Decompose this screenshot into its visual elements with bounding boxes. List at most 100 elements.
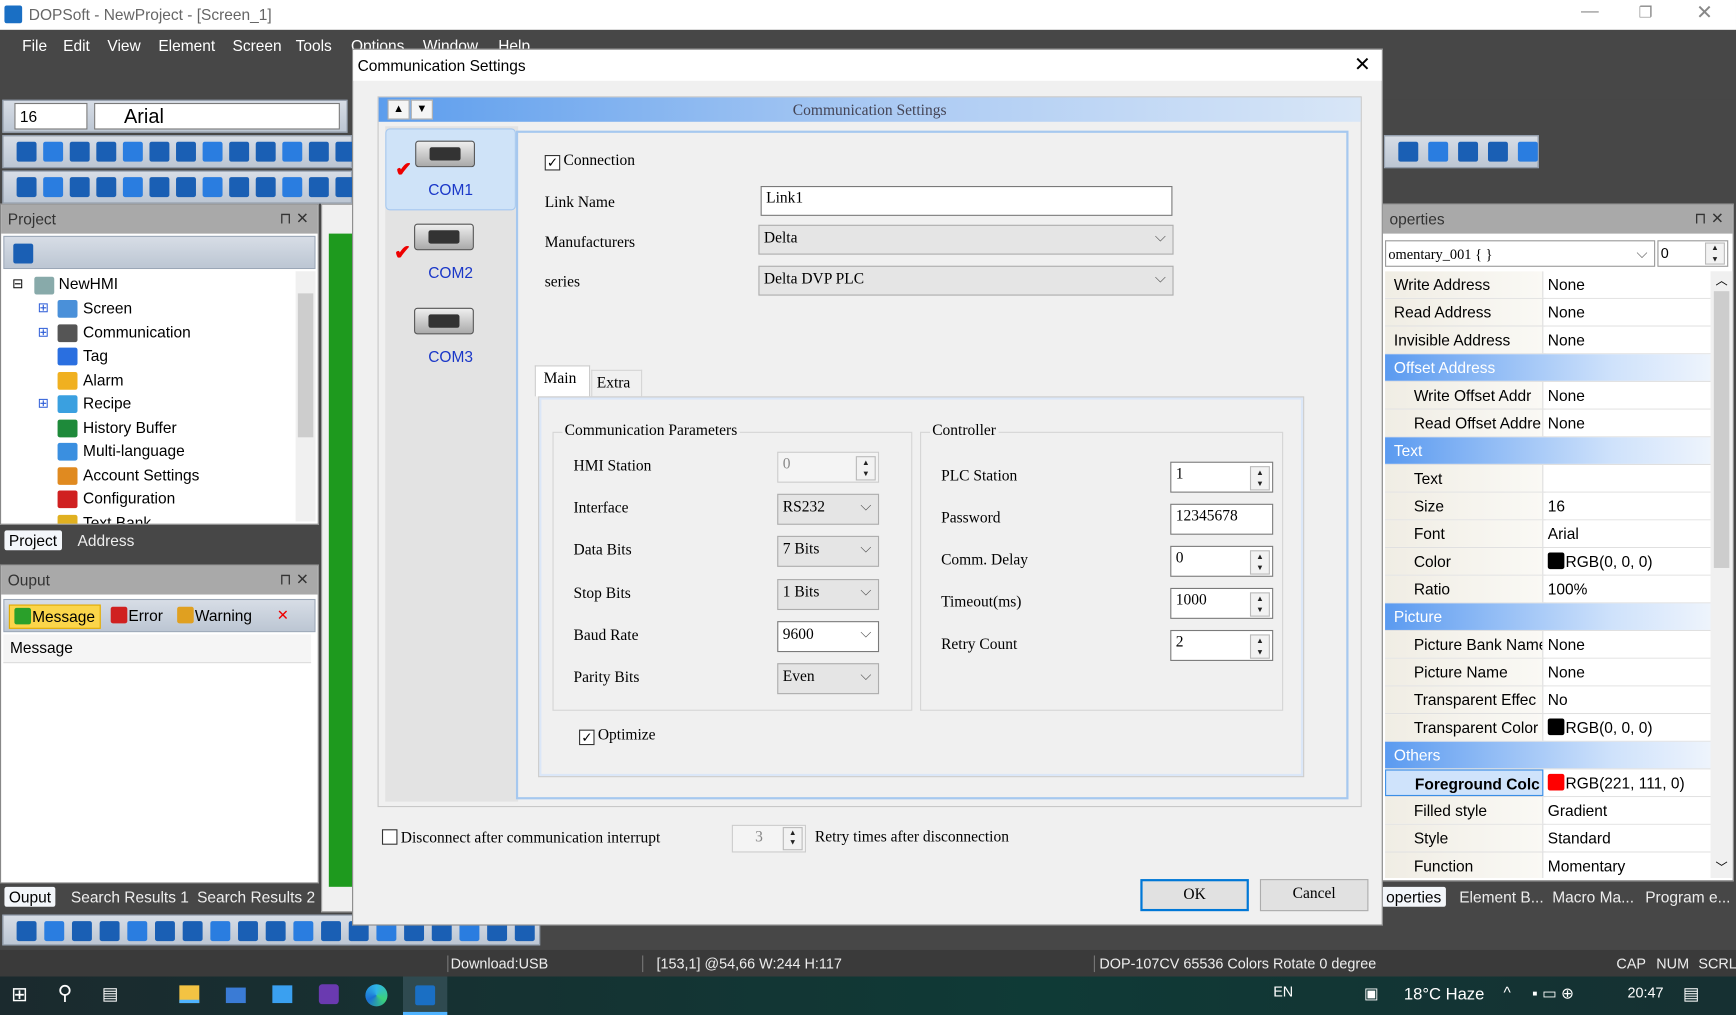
category-text[interactable]: Text: [1385, 437, 1711, 465]
align-top-icon[interactable]: [265, 921, 286, 942]
move-up-button[interactable]: ▲: [387, 99, 410, 120]
tab-search-results-1[interactable]: Search Results 1: [66, 887, 193, 907]
property-row[interactable]: Color RGB(0, 0, 0): [1385, 548, 1711, 576]
align-middle-icon[interactable]: [293, 921, 314, 942]
category-picture[interactable]: Picture: [1385, 603, 1711, 632]
meter-icon[interactable]: [149, 141, 170, 162]
align-left-icon[interactable]: [182, 921, 203, 942]
file-explorer-icon[interactable]: [179, 985, 200, 1004]
undo-icon[interactable]: [122, 177, 143, 198]
property-value[interactable]: None: [1545, 658, 1711, 686]
filter-error[interactable]: Error: [106, 604, 167, 626]
move-down-button[interactable]: ▼: [410, 99, 433, 120]
transfer-icon[interactable]: [1487, 141, 1508, 162]
restore-button[interactable]: ❐: [1639, 3, 1653, 22]
save-icon[interactable]: [69, 177, 90, 198]
property-value[interactable]: None: [1545, 298, 1711, 326]
property-value[interactable]: None: [1545, 326, 1711, 354]
screen-canvas[interactable]: [328, 233, 354, 887]
spinner-arrows-icon[interactable]: ▲ ▼: [1249, 634, 1270, 659]
canvas-area[interactable]: [321, 203, 355, 913]
project-icon[interactable]: [13, 243, 34, 264]
new-icon[interactable]: [16, 177, 37, 198]
property-value[interactable]: RGB(221, 111, 0): [1545, 769, 1711, 797]
tab-operties[interactable]: operties: [1381, 886, 1446, 907]
property-value[interactable]: 16: [1545, 492, 1711, 520]
stop-bits-select[interactable]: 1 Bits: [777, 578, 880, 610]
tray-icons[interactable]: ▪ ▭ ⊕: [1532, 984, 1574, 1003]
property-row[interactable]: Transparent Effec No: [1385, 686, 1711, 715]
category-others[interactable]: Others: [1385, 741, 1711, 770]
baud-rate-select[interactable]: 9600: [777, 620, 880, 652]
tab-address[interactable]: Address: [73, 530, 139, 550]
checkbox-box[interactable]: ✓: [579, 729, 595, 746]
clear-output-icon[interactable]: ✕: [277, 607, 289, 625]
parity-bits-select[interactable]: Even: [777, 663, 880, 695]
upload-icon[interactable]: [1398, 141, 1419, 162]
property-row[interactable]: Ratio 100%: [1385, 575, 1711, 604]
property-value[interactable]: RGB(0, 0, 0): [1545, 714, 1711, 741]
comm-delay-spinner[interactable]: 0 ▲ ▼: [1170, 545, 1274, 577]
tree-item-alarm[interactable]: Alarm: [83, 370, 123, 388]
disconnect-checkbox[interactable]: Disconnect after communication interrupt: [381, 829, 660, 848]
collapse-icon[interactable]: ⊟: [12, 276, 23, 291]
menu-view[interactable]: View: [107, 37, 140, 55]
tree-item-account-settings[interactable]: Account Settings: [83, 466, 199, 484]
menu-element[interactable]: Element: [158, 37, 215, 55]
optimize-checkbox[interactable]: ✓ Optimize: [579, 727, 656, 746]
align-bottom-icon[interactable]: [321, 921, 341, 942]
properties-scrollbar[interactable]: ︿ ﹀: [1710, 271, 1733, 878]
hmi-station-spinner[interactable]: 0 ▲ ▼: [777, 451, 880, 483]
clock[interactable]: 20:47: [1627, 984, 1663, 1001]
keyboard-app-icon[interactable]: [225, 987, 246, 1004]
property-row[interactable]: Read Address None: [1385, 298, 1711, 327]
index-spinner[interactable]: 0 ▲ ▼: [1657, 240, 1729, 267]
task-view-icon[interactable]: ▤: [102, 983, 119, 1005]
property-value[interactable]: RGB(0, 0, 0): [1545, 548, 1711, 575]
save-as-icon[interactable]: [96, 177, 117, 198]
align-icon[interactable]: [16, 921, 37, 942]
on-button-icon[interactable]: [202, 141, 223, 162]
property-value[interactable]: None: [1545, 409, 1711, 437]
stop-icon[interactable]: [1517, 141, 1538, 162]
tree-item-multi-language[interactable]: Multi-language: [83, 442, 185, 460]
align-right-icon[interactable]: [238, 921, 258, 942]
retry-times-spinner[interactable]: 3 ▲ ▼: [731, 824, 806, 853]
plc-station-spinner[interactable]: 1 ▲ ▼: [1170, 461, 1274, 493]
property-value[interactable]: Momentary: [1545, 852, 1711, 878]
cut-icon[interactable]: [176, 177, 196, 198]
tab-macro-ma-[interactable]: Macro Ma...: [1548, 887, 1639, 907]
language-indicator[interactable]: EN: [1273, 983, 1293, 1000]
property-value[interactable]: 100%: [1545, 575, 1711, 603]
grid-icon[interactable]: [176, 141, 196, 162]
spinner-arrows-icon[interactable]: ▲ ▼: [1249, 550, 1270, 575]
data-bits-select[interactable]: 7 Bits: [777, 536, 880, 568]
interface-select[interactable]: RS232: [777, 493, 880, 525]
property-row[interactable]: Style Standard: [1385, 824, 1711, 853]
minimize-button[interactable]: —: [1581, 2, 1599, 22]
align-icon[interactable]: [44, 921, 65, 942]
menu-tools[interactable]: Tools: [296, 37, 332, 55]
tab-main[interactable]: Main: [534, 365, 591, 397]
edge-icon[interactable]: [365, 984, 388, 1007]
align-center-icon[interactable]: [210, 921, 231, 942]
menu-edit[interactable]: Edit: [63, 37, 90, 55]
text-icon[interactable]: [122, 141, 143, 162]
tree-item-configuration[interactable]: Configuration: [83, 489, 175, 507]
copy-icon[interactable]: [202, 177, 223, 198]
tree-item-newhmi[interactable]: NewHMI: [59, 275, 118, 293]
property-value[interactable]: No: [1545, 686, 1711, 713]
property-value[interactable]: None: [1545, 631, 1711, 658]
filter-warning[interactable]: Warning: [173, 604, 257, 626]
tab-element-b-[interactable]: Element B...: [1455, 887, 1548, 907]
font-family-select[interactable]: Arial: [94, 102, 340, 130]
property-value[interactable]: None: [1545, 271, 1711, 298]
property-row[interactable]: Filled style Gradient: [1385, 797, 1711, 825]
retry-count-spinner[interactable]: 2 ▲ ▼: [1170, 629, 1274, 661]
start-icon[interactable]: ⊞: [11, 983, 28, 1006]
checkbox-box[interactable]: [381, 829, 398, 845]
close-panel-icon[interactable]: ⊓ ✕: [280, 209, 309, 228]
tree-item-recipe[interactable]: Recipe: [83, 394, 131, 412]
ok-button[interactable]: OK: [1140, 879, 1249, 912]
expand-icon[interactable]: ⊞: [38, 324, 49, 339]
